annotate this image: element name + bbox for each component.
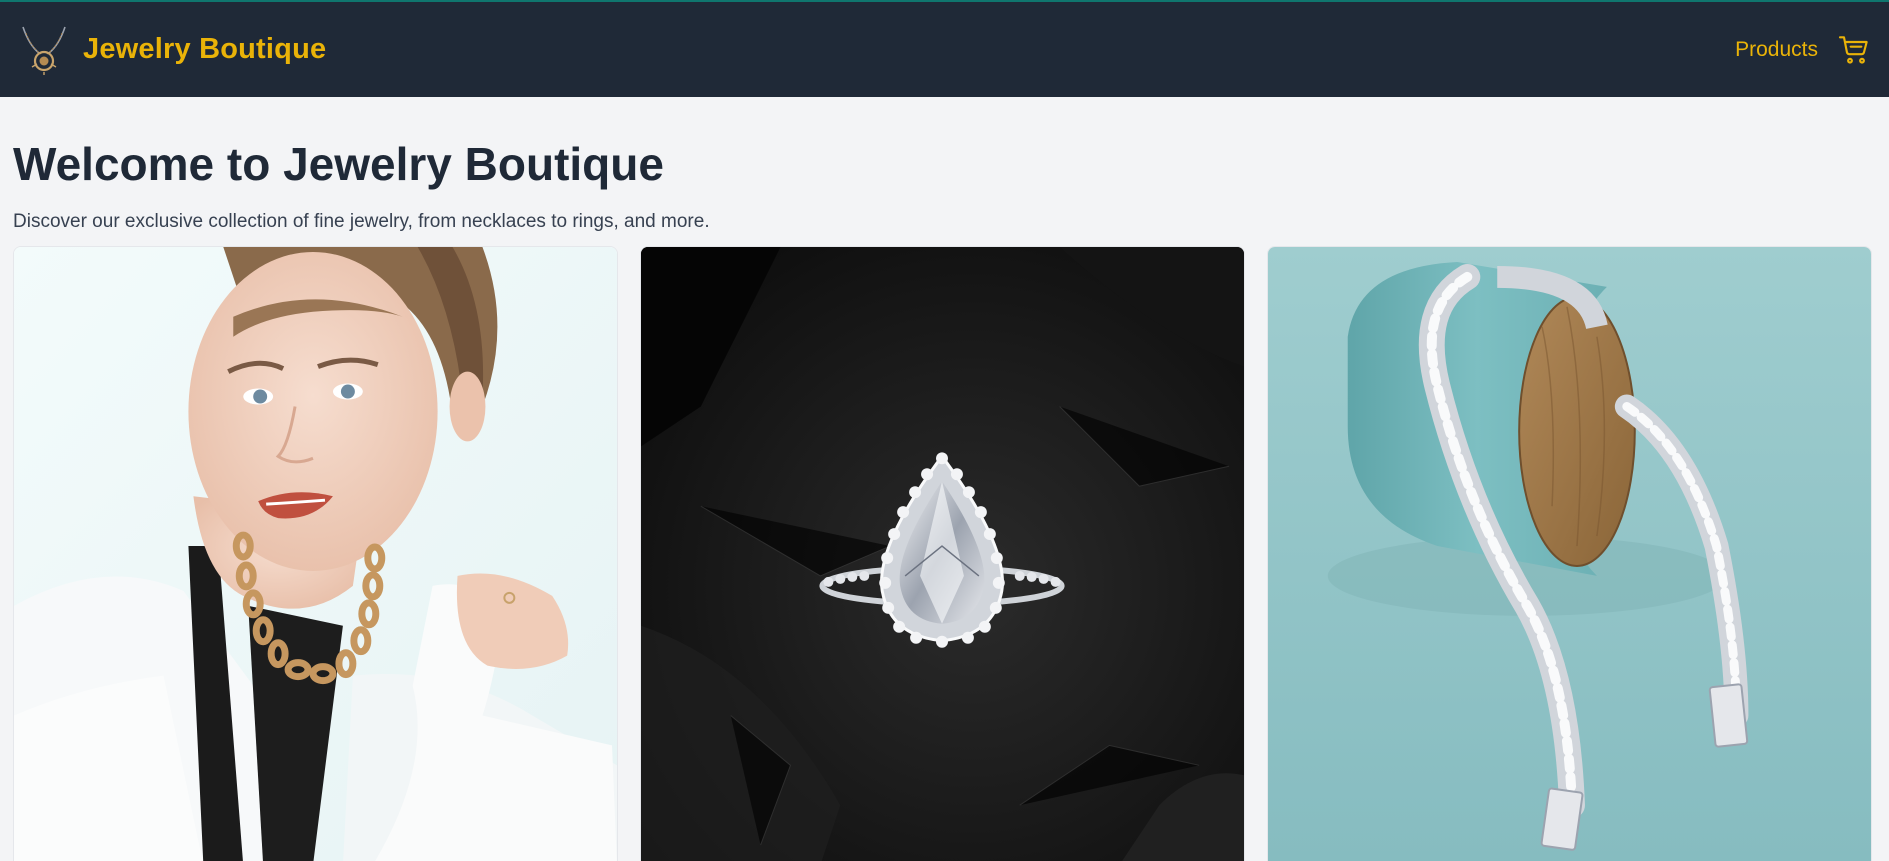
page-subtitle: Discover our exclusive collection of fin…	[13, 210, 710, 232]
shopping-cart-icon[interactable]	[1838, 34, 1870, 66]
products-link[interactable]: Products	[1735, 38, 1818, 62]
necklace-model-image	[14, 246, 617, 861]
brand[interactable]: Jewelry Boutique	[17, 23, 326, 77]
product-grid	[13, 245, 1876, 861]
brand-name: Jewelry Boutique	[83, 33, 327, 65]
top-navbar: Jewelry Boutique Products	[0, 0, 1889, 97]
main-content: Welcome to Jewelry Boutique Discover our…	[0, 139, 1889, 861]
product-card-ring[interactable]	[640, 245, 1245, 861]
product-card-chain[interactable]	[1267, 245, 1872, 861]
product-card-necklace[interactable]	[13, 245, 618, 861]
nav-links: Products	[1735, 34, 1870, 66]
diamond-ring-image	[641, 246, 1244, 861]
necklace-pendant-icon	[22, 26, 66, 75]
page-title: Welcome to Jewelry Boutique	[13, 138, 664, 190]
silver-chain-image	[1268, 246, 1871, 861]
